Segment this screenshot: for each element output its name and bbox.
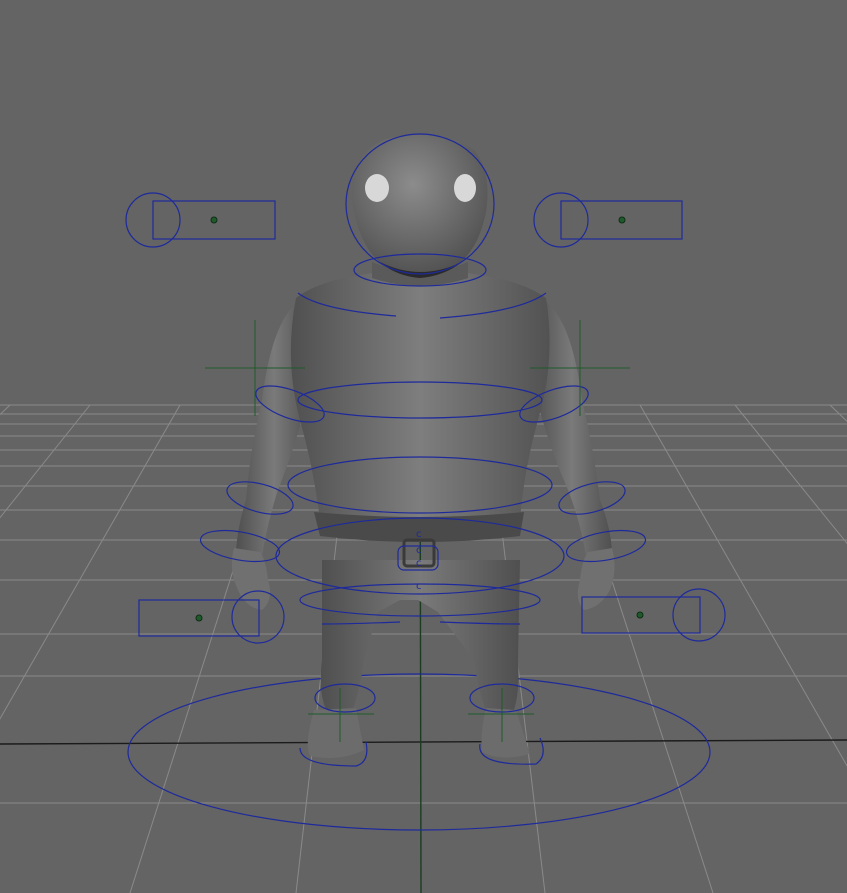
- viewport-canvas[interactable]: c c c c: [0, 0, 847, 893]
- belt-top-label: c: [416, 529, 422, 540]
- character-mesh[interactable]: [231, 134, 615, 758]
- left-boot: [307, 708, 364, 758]
- root-controller-circle[interactable]: [127, 673, 711, 831]
- head: [351, 134, 488, 277]
- belt-mid-label-1: c: [416, 545, 422, 556]
- 3d-viewport[interactable]: c c c c: [0, 0, 847, 893]
- left-ik-fk-switch-upper[interactable]: [125, 192, 276, 248]
- world-x-axis: [0, 739, 847, 745]
- right-hand-ik-control[interactable]: [581, 588, 726, 642]
- right-hand: [577, 548, 615, 610]
- hip-label: c: [416, 581, 422, 592]
- right-boot: [481, 708, 530, 758]
- right-eye: [454, 174, 476, 202]
- belt-mid-label-2: c: [416, 558, 422, 569]
- right-ik-fk-switch-upper[interactable]: [533, 192, 683, 248]
- left-eye: [365, 174, 389, 202]
